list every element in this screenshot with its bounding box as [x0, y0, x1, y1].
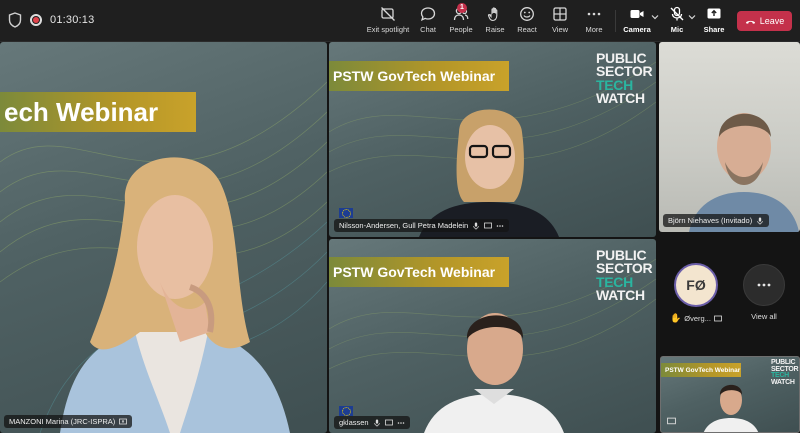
self-view-video: [703, 384, 759, 432]
recording-icon: [30, 14, 42, 26]
more-dots-icon: [757, 283, 771, 287]
pstw-logo: PUBLIC SECTOR TECH WATCH: [596, 248, 653, 303]
raised-hand-icon: ✋: [670, 313, 682, 323]
webinar-banner-small: PSTW GovTech Webinar: [329, 257, 509, 287]
raise-label: Raise: [485, 25, 505, 34]
exit-spotlight-icon: [381, 7, 395, 21]
leave-label: Leave: [759, 16, 785, 26]
exit-spotlight-button[interactable]: Exit spotlight: [366, 6, 410, 38]
participant-name: gklassen: [339, 418, 369, 427]
share-screen-icon: [707, 8, 721, 19]
participant-video-tile-nilsson[interactable]: PSTW GovTech Webinar PUBLIC SECTOR TECH …: [329, 42, 656, 237]
screen-share-small-icon: [384, 419, 393, 425]
view-button[interactable]: View: [550, 6, 570, 38]
webinar-banner: ech Webinar: [0, 92, 196, 132]
screen-share-small-icon: [714, 315, 722, 321]
participant-name-tag: gklassen: [334, 416, 410, 429]
mic-button[interactable]: Mic: [668, 6, 686, 38]
screen-share-small-icon: [119, 418, 128, 424]
react-button[interactable]: React: [516, 6, 538, 38]
avatar-label: ✋ Øverg...: [664, 313, 728, 324]
logo-line-watch: WATCH: [596, 89, 645, 106]
people-button[interactable]: 1 People: [448, 3, 474, 38]
participant-video-tile-gklassen[interactable]: PSTW GovTech Webinar PUBLIC SECTOR TECH …: [329, 239, 656, 433]
chat-button[interactable]: Chat: [417, 6, 439, 38]
chat-label: Chat: [420, 25, 436, 34]
camera-icon: [630, 10, 644, 18]
avatar-name: Øverg...: [684, 314, 711, 323]
camera-button[interactable]: Camera: [623, 6, 651, 38]
self-view-tile[interactable]: PSTW GovTech Webinar PUBLIC SECTOR TECH …: [660, 356, 800, 433]
share-label: Share: [703, 25, 725, 34]
spotlight-video-tile[interactable]: ech Webinar MANZONI Marina (JRC-ISPRA): [0, 42, 327, 433]
more-dots-small-icon[interactable]: [397, 419, 405, 427]
more-dots-small-icon[interactable]: [496, 222, 504, 230]
react-label: React: [517, 25, 537, 34]
meeting-toolbar: 01:30:13 Exit spotlight Chat 1 People Ra…: [0, 0, 800, 42]
participant-video-gklassen: [424, 313, 564, 433]
screen-share-small-icon: [484, 222, 493, 228]
mic-small-icon: [473, 222, 479, 230]
more-label: More: [585, 25, 603, 34]
view-all-circle: [743, 264, 785, 306]
smiley-icon: [520, 7, 534, 21]
logo-line-watch: WATCH: [771, 378, 795, 386]
camera-chevron-down-icon[interactable]: [651, 13, 659, 21]
chat-icon: [420, 7, 436, 21]
mic-small-icon: [373, 419, 380, 427]
eu-flag-icon: [339, 406, 353, 416]
meeting-timer: 01:30:13: [50, 14, 95, 26]
meeting-status: 01:30:13: [8, 12, 94, 28]
grid-view-icon: [553, 7, 567, 21]
screen-share-small-icon: [667, 417, 676, 425]
pstw-logo: PUBLIC SECTOR TECH WATCH: [596, 51, 653, 106]
mic-off-icon: [670, 6, 684, 21]
share-button[interactable]: Share: [703, 6, 725, 38]
view-all-button[interactable]: View all: [734, 264, 794, 321]
people-label: People: [449, 25, 473, 34]
webinar-banner-small: PSTW GovTech Webinar: [329, 61, 509, 91]
logo-line-watch: WATCH: [596, 286, 645, 303]
more-dots-icon: [587, 12, 601, 16]
view-label: View: [551, 25, 569, 34]
participant-name-tag: Nilsson-Andersen, Gull Petra Madelein: [334, 219, 510, 232]
participant-name-tag: MANZONI Marina (JRC-ISPRA): [4, 415, 133, 428]
avatar: FØ: [674, 263, 718, 307]
participant-avatar-overg[interactable]: FØ ✋ Øverg...: [664, 263, 728, 324]
participant-name: Nilsson-Andersen, Gull Petra Madelein: [339, 221, 469, 230]
mic-small-icon: [757, 217, 763, 225]
more-button[interactable]: More: [584, 6, 604, 38]
participant-name: MANZONI Marina (JRC-ISPRA): [9, 417, 116, 426]
mic-chevron-down-icon[interactable]: [688, 13, 696, 21]
pstw-logo: PUBLIC SECTOR TECH WATCH: [771, 359, 799, 387]
raise-hand-icon: [487, 7, 498, 22]
exit-spotlight-label: Exit spotlight: [366, 25, 410, 34]
participant-video-petra: [419, 109, 559, 237]
raise-hand-button[interactable]: Raise: [484, 6, 506, 38]
participant-name-tag: Björn Niehaves (Invitado): [663, 214, 770, 227]
webinar-banner-small: PSTW GovTech Webinar: [661, 363, 741, 377]
eu-flag-icon: [339, 208, 353, 218]
mic-label: Mic: [670, 25, 684, 34]
people-badge: 1: [457, 3, 467, 13]
participant-video-tile-bjorn[interactable]: Björn Niehaves (Invitado): [659, 42, 800, 232]
camera-label: Camera: [623, 25, 651, 34]
phone-hangup-icon: [745, 20, 755, 24]
view-all-label: View all: [751, 312, 777, 321]
toolbar-divider: [615, 10, 616, 32]
participant-video-marina: [60, 157, 290, 433]
shield-icon: [8, 12, 22, 28]
participant-video-bjorn: [689, 113, 799, 232]
leave-button[interactable]: Leave: [737, 11, 792, 31]
participant-name: Björn Niehaves (Invitado): [668, 216, 753, 225]
